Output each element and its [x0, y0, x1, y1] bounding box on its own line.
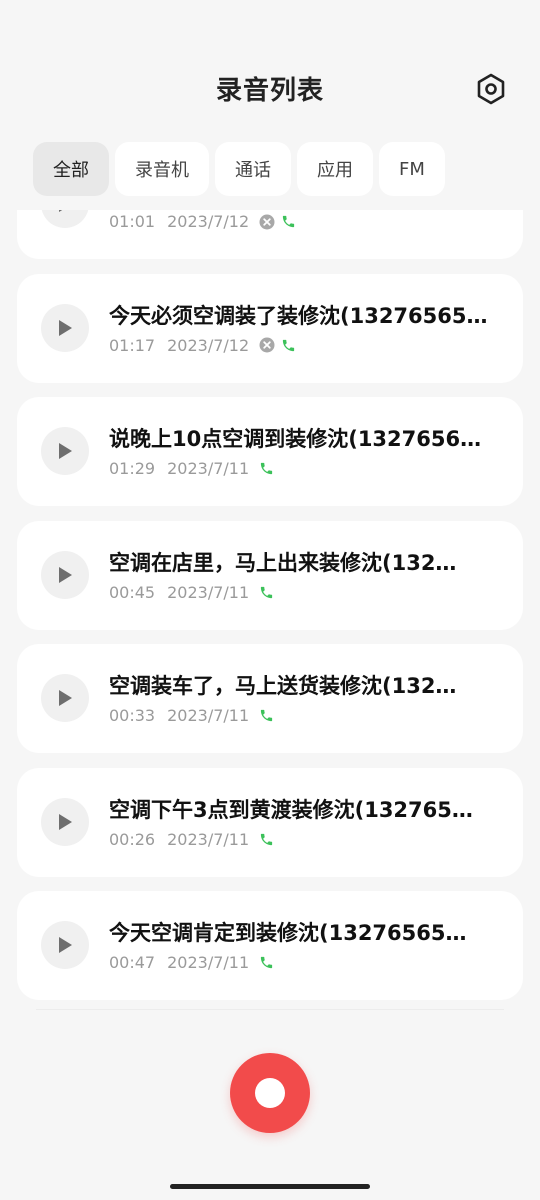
status-icons	[259, 955, 274, 970]
tab-recorder[interactable]: 录音机	[115, 142, 209, 196]
phone-call-icon	[261, 462, 273, 475]
recording-date: 2023/7/11	[167, 582, 250, 602]
status-icons	[259, 461, 274, 476]
recording-duration: 00:33	[109, 706, 156, 725]
play-button[interactable]	[41, 303, 89, 352]
recording-item[interactable]: 今天空调肯定到装修沈(13276565… 00:47 2023/7/11	[17, 891, 523, 1000]
play-button[interactable]	[41, 921, 89, 969]
play-button[interactable]	[41, 427, 89, 475]
status-icons	[259, 708, 274, 723]
recording-item[interactable]: 空调装车了，马上送货装修沈(132… 00:33 2023/7/11	[17, 644, 523, 753]
play-icon	[59, 566, 72, 583]
phone-call-icon	[283, 215, 295, 228]
play-icon	[59, 443, 72, 459]
recording-date: 2023/7/12	[167, 335, 250, 355]
recording-date: 2023/7/11	[167, 829, 250, 849]
settings-hexagon-icon	[477, 73, 505, 105]
recording-meta: 00:26 2023/7/11	[109, 830, 274, 849]
filter-tabs: 全部 录音机 通话 应用 FM	[33, 142, 445, 196]
recording-duration: 00:47	[109, 953, 156, 972]
recording-duration: 01:29	[109, 459, 156, 478]
home-indicator[interactable]	[170, 1184, 370, 1189]
recording-title: 空调在店里，马上出来装修沈(132…	[109, 550, 457, 575]
recording-title: 今天空调肯定到装修沈(13276565…	[109, 921, 467, 945]
recording-meta: 01:29 2023/7/11	[109, 459, 274, 478]
play-icon	[59, 690, 72, 706]
recording-date: 2023/7/11	[167, 953, 250, 972]
settings-button[interactable]	[472, 70, 510, 108]
recording-date: 2023/7/11	[167, 459, 250, 478]
recording-list[interactable]: 01:01 2023/7/12 今天必须空调装了装修沈(13276565… 01:17…	[0, 210, 540, 1010]
status-icons	[259, 585, 274, 600]
recording-title: 说晚上10点空调到装修沈(1327656…	[109, 427, 482, 451]
recording-duration: 00:26	[109, 829, 156, 849]
tab-apps[interactable]: 应用	[297, 142, 373, 196]
recording-date: 2023/7/12	[167, 212, 250, 231]
play-icon	[59, 937, 72, 953]
recording-item[interactable]: 今天必须空调装了装修沈(13276565… 01:17 2023/7/12	[17, 273, 523, 383]
tab-fm[interactable]: FM	[379, 142, 445, 196]
recording-item[interactable]: 空调下午3点到黄渡装修沈(132765… 00:26 2023/7/11	[17, 767, 523, 877]
phone-call-icon	[261, 586, 273, 598]
recording-meta: 00:45 2023/7/11	[109, 583, 274, 602]
record-button[interactable]	[230, 1053, 310, 1133]
recording-date: 2023/7/11	[167, 706, 250, 725]
play-button[interactable]	[41, 797, 89, 846]
phone-call-icon	[283, 339, 295, 351]
recording-item[interactable]: 说晚上10点空调到装修沈(1327656… 01:29 2023/7/11	[17, 397, 523, 506]
play-icon	[59, 813, 72, 830]
play-icon	[59, 210, 63, 212]
phone-call-icon	[261, 709, 273, 722]
header: 录音列表	[0, 0, 540, 130]
recording-title: 今天必须空调装了装修沈(13276565…	[109, 303, 488, 328]
recording-item[interactable]: 空调在店里，马上出来装修沈(132… 00:45 2023/7/11	[17, 520, 523, 630]
tab-calls[interactable]: 通话	[215, 142, 291, 196]
recording-meta: 00:47 2023/7/11	[109, 953, 274, 972]
play-button[interactable]	[41, 674, 89, 722]
phone-call-icon	[261, 956, 273, 969]
recording-title: 空调装车了，马上送货装修沈(132…	[109, 674, 457, 698]
status-icons	[259, 214, 296, 230]
recording-duration: 01:01	[109, 212, 156, 231]
play-icon	[59, 319, 72, 336]
recording-duration: 00:45	[109, 582, 156, 602]
status-icons	[259, 337, 296, 353]
upload-failed-icon	[259, 337, 275, 353]
recording-meta: 01:01 2023/7/12	[109, 212, 296, 231]
status-icons	[259, 832, 274, 847]
recording-meta: 00:33 2023/7/11	[109, 706, 274, 725]
recording-title: 空调下午3点到黄渡装修沈(132765…	[109, 797, 473, 822]
recording-item[interactable]: 01:01 2023/7/12	[17, 210, 523, 259]
recording-meta: 01:17 2023/7/12	[109, 336, 296, 355]
play-button[interactable]	[41, 210, 89, 228]
divider	[36, 1009, 504, 1010]
recording-duration: 01:17	[109, 335, 156, 355]
page-title: 录音列表	[215, 76, 324, 106]
tab-all[interactable]: 全部	[33, 142, 109, 196]
record-icon	[255, 1078, 285, 1108]
phone-call-icon	[261, 833, 273, 845]
play-button[interactable]	[41, 550, 89, 599]
upload-failed-icon	[259, 214, 275, 229]
